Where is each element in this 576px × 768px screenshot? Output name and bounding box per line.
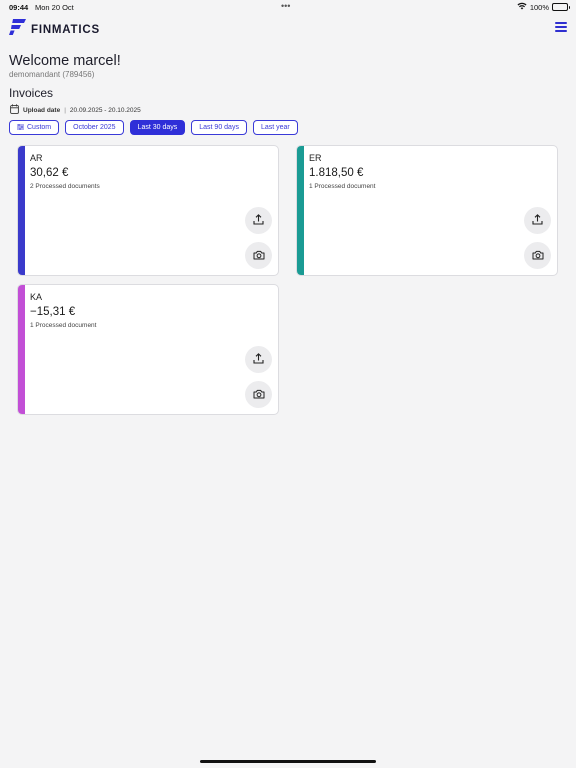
invoice-card-ka[interactable]: KA −15,31 € 1 Processed document: [17, 284, 279, 415]
upload-icon: [253, 351, 264, 369]
filter-last-year-label: Last year: [260, 124, 290, 131]
camera-button[interactable]: [524, 242, 551, 269]
card-code: KA: [30, 292, 43, 302]
filter-custom[interactable]: Custom: [9, 120, 60, 135]
upload-button[interactable]: [245, 207, 272, 234]
date-filter-chips: Custom October 2025 Last 30 days Last 90…: [9, 120, 298, 135]
camera-icon: [532, 247, 544, 265]
battery-icon: [552, 3, 570, 11]
camera-icon: [253, 247, 265, 265]
filter-sliders-icon: [17, 123, 24, 132]
battery-percent: 100%: [529, 2, 549, 12]
status-time: 09:44: [9, 3, 29, 12]
calendar-icon: [10, 104, 19, 116]
card-accent-bar: [297, 146, 304, 275]
filter-october-label: October 2025: [73, 124, 116, 131]
camera-button[interactable]: [245, 242, 272, 269]
camera-button[interactable]: [245, 381, 272, 408]
card-accent-bar: [18, 285, 25, 414]
card-code: AR: [30, 153, 43, 163]
upload-button[interactable]: [245, 346, 272, 373]
invoice-card-er[interactable]: ER 1.818,50 € 1 Processed document: [296, 145, 558, 276]
card-amount: −15,31 €: [30, 306, 76, 318]
card-accent-bar: [18, 146, 25, 275]
status-bar: 09:44 Mon 20 Oct ••• 100%: [0, 0, 576, 14]
filter-last-90-days[interactable]: Last 90 days: [191, 120, 247, 135]
upload-button[interactable]: [524, 207, 551, 234]
card-amount: 1.818,50 €: [309, 167, 364, 179]
filter-october-2025[interactable]: October 2025: [65, 120, 124, 135]
app-name: FINMATICS: [31, 23, 100, 36]
filter-last-30-label: Last 30 days: [137, 124, 178, 131]
filter-last-30-days[interactable]: Last 30 days: [129, 120, 186, 135]
filter-custom-label: Custom: [27, 124, 52, 131]
card-amount: 30,62 €: [30, 167, 69, 179]
status-date: Mon 20 Oct: [35, 3, 74, 12]
invoice-card-ar[interactable]: AR 30,62 € 2 Processed documents: [17, 145, 279, 276]
upload-date-range: 20.09.2025 - 20.10.2025: [69, 106, 141, 114]
card-docs-count: 1 Processed document: [30, 322, 97, 329]
upload-icon: [532, 212, 543, 230]
filter-last-year[interactable]: Last year: [252, 120, 298, 135]
hamburger-menu-icon[interactable]: [555, 22, 567, 32]
upload-icon: [253, 212, 264, 230]
app-header: FINMATICS: [0, 18, 576, 38]
app-logo: FINMATICS: [9, 19, 100, 40]
card-code: ER: [309, 153, 322, 163]
account-name: demomandant (789456): [9, 70, 95, 79]
wifi-icon: [517, 2, 527, 12]
filter-last-90-label: Last 90 days: [199, 124, 239, 131]
welcome-title: Welcome marcel!: [9, 53, 121, 69]
home-indicator[interactable]: [200, 760, 376, 763]
card-docs-count: 1 Processed document: [309, 183, 376, 190]
multitasking-dots[interactable]: •••: [281, 1, 290, 11]
upload-date-label: Upload date: [23, 106, 61, 114]
finmatics-logo-icon: [9, 19, 26, 40]
camera-icon: [253, 386, 265, 404]
card-docs-count: 2 Processed documents: [30, 183, 100, 190]
upload-date-row[interactable]: Upload date | 20.09.2025 - 20.10.2025: [10, 104, 141, 116]
status-right: 100%: [517, 2, 570, 12]
separator: |: [64, 106, 66, 114]
invoices-title: Invoices: [9, 86, 54, 100]
